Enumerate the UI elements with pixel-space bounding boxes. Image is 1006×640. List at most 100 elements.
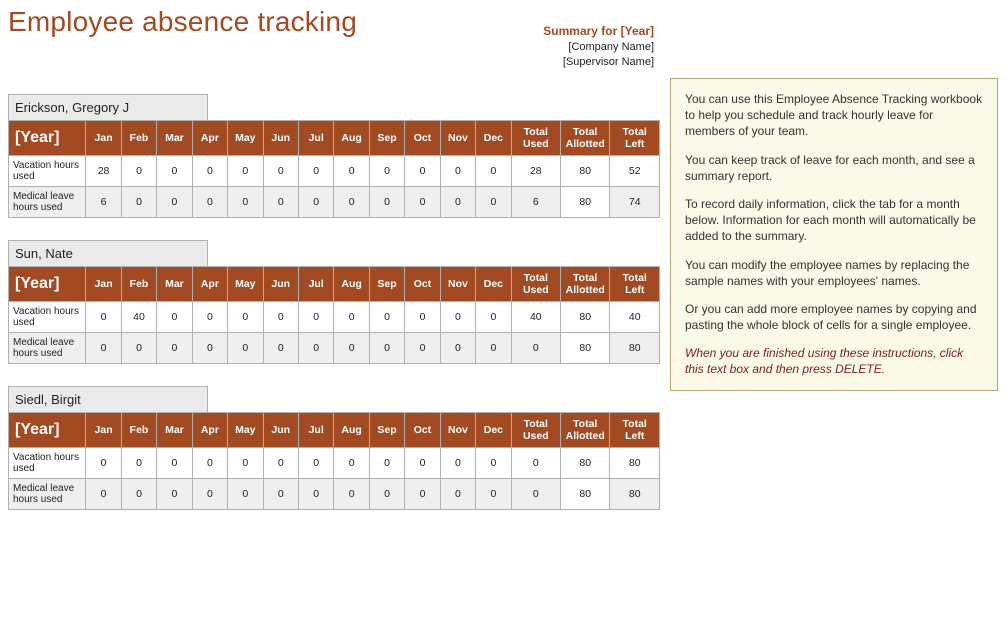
month-cell: 0 (157, 332, 192, 363)
month-cell: 0 (228, 155, 263, 186)
total-header: TotalUsed (511, 266, 560, 301)
total-left-cell: 80 (610, 448, 660, 479)
month-header: Nov (440, 120, 475, 155)
month-cell: 0 (405, 332, 440, 363)
month-header: Aug (334, 120, 369, 155)
month-header: Sep (369, 412, 404, 447)
month-cell: 0 (440, 332, 475, 363)
total-allotted-cell: 80 (561, 155, 610, 186)
total-header: TotalUsed (511, 120, 560, 155)
month-header: Dec (476, 120, 511, 155)
month-cell: 0 (157, 479, 192, 510)
row-label: Vacation hours used (9, 448, 86, 479)
month-cell: 0 (228, 301, 263, 332)
total-header: TotalLeft (610, 120, 660, 155)
month-header: Sep (369, 266, 404, 301)
total-left-cell: 52 (610, 155, 660, 186)
month-header: Feb (121, 120, 156, 155)
total-allotted-cell: 80 (561, 332, 610, 363)
month-cell: 0 (121, 332, 156, 363)
month-cell: 0 (334, 448, 369, 479)
row-label: Medical leave hours used (9, 186, 86, 217)
table-row: Medical leave hours used6000000000006807… (9, 186, 660, 217)
month-cell: 0 (405, 479, 440, 510)
total-left-cell: 40 (610, 301, 660, 332)
total-header: TotalLeft (610, 266, 660, 301)
month-header: Mar (157, 120, 192, 155)
month-cell: 0 (369, 155, 404, 186)
month-cell: 28 (86, 155, 121, 186)
table-row: Vacation hours used0400000000000408040 (9, 301, 660, 332)
month-cell: 0 (298, 479, 333, 510)
month-cell: 0 (476, 186, 511, 217)
total-allotted-cell: 80 (561, 186, 610, 217)
total-used-cell: 0 (511, 332, 560, 363)
month-header: Aug (334, 412, 369, 447)
month-header: Sep (369, 120, 404, 155)
year-header: [Year] (9, 120, 86, 155)
month-cell: 0 (298, 301, 333, 332)
month-cell: 0 (192, 479, 227, 510)
month-cell: 0 (192, 332, 227, 363)
month-cell: 0 (192, 301, 227, 332)
total-header: TotalUsed (511, 412, 560, 447)
month-header: Dec (476, 266, 511, 301)
table-row: Medical leave hours used0000000000000808… (9, 332, 660, 363)
month-cell: 0 (334, 186, 369, 217)
employee-name: Siedl, Birgit (8, 386, 208, 412)
total-header: TotalAllotted (561, 412, 610, 447)
month-cell: 0 (405, 155, 440, 186)
instructions-paragraph: You can keep track of leave for each mon… (685, 152, 983, 184)
month-cell: 0 (121, 155, 156, 186)
year-header: [Year] (9, 266, 86, 301)
month-cell: 0 (369, 301, 404, 332)
month-cell: 0 (86, 332, 121, 363)
month-cell: 0 (369, 448, 404, 479)
month-cell: 0 (192, 155, 227, 186)
month-cell: 0 (86, 479, 121, 510)
month-cell: 0 (334, 332, 369, 363)
table-row: Vacation hours used00000000000008080 (9, 448, 660, 479)
month-cell: 0 (157, 301, 192, 332)
month-cell: 0 (405, 186, 440, 217)
employee-block: Siedl, Birgit[Year]JanFebMarAprMayJunJul… (8, 386, 660, 510)
month-cell: 0 (405, 448, 440, 479)
month-header: Apr (192, 120, 227, 155)
instructions-box[interactable]: You can use this Employee Absence Tracki… (670, 78, 998, 391)
month-header: Dec (476, 412, 511, 447)
month-header: Aug (334, 266, 369, 301)
month-cell: 0 (369, 332, 404, 363)
month-cell: 0 (440, 448, 475, 479)
total-left-cell: 74 (610, 186, 660, 217)
month-header: Oct (405, 412, 440, 447)
instructions-paragraph: To record daily information, click the t… (685, 196, 983, 245)
month-header: Mar (157, 266, 192, 301)
month-cell: 0 (369, 479, 404, 510)
month-header: Jun (263, 120, 298, 155)
month-cell: 0 (228, 479, 263, 510)
total-header: TotalAllotted (561, 120, 610, 155)
month-cell: 0 (298, 155, 333, 186)
total-left-cell: 80 (610, 479, 660, 510)
month-header: Jul (298, 266, 333, 301)
row-label: Medical leave hours used (9, 332, 86, 363)
month-cell: 0 (263, 332, 298, 363)
month-cell: 0 (192, 186, 227, 217)
month-cell: 0 (157, 155, 192, 186)
month-cell: 0 (476, 332, 511, 363)
table-row: Vacation hours used2800000000000288052 (9, 155, 660, 186)
month-header: Jun (263, 266, 298, 301)
total-allotted-cell: 80 (561, 448, 610, 479)
instructions-paragraph: Or you can add more employee names by co… (685, 301, 983, 333)
month-cell: 0 (263, 301, 298, 332)
total-used-cell: 40 (511, 301, 560, 332)
month-header: Jan (86, 120, 121, 155)
month-cell: 0 (121, 448, 156, 479)
total-used-cell: 28 (511, 155, 560, 186)
month-cell: 0 (157, 186, 192, 217)
total-left-cell: 80 (610, 332, 660, 363)
month-header: Jun (263, 412, 298, 447)
year-header: [Year] (9, 412, 86, 447)
month-cell: 0 (298, 186, 333, 217)
employee-name: Sun, Nate (8, 240, 208, 266)
